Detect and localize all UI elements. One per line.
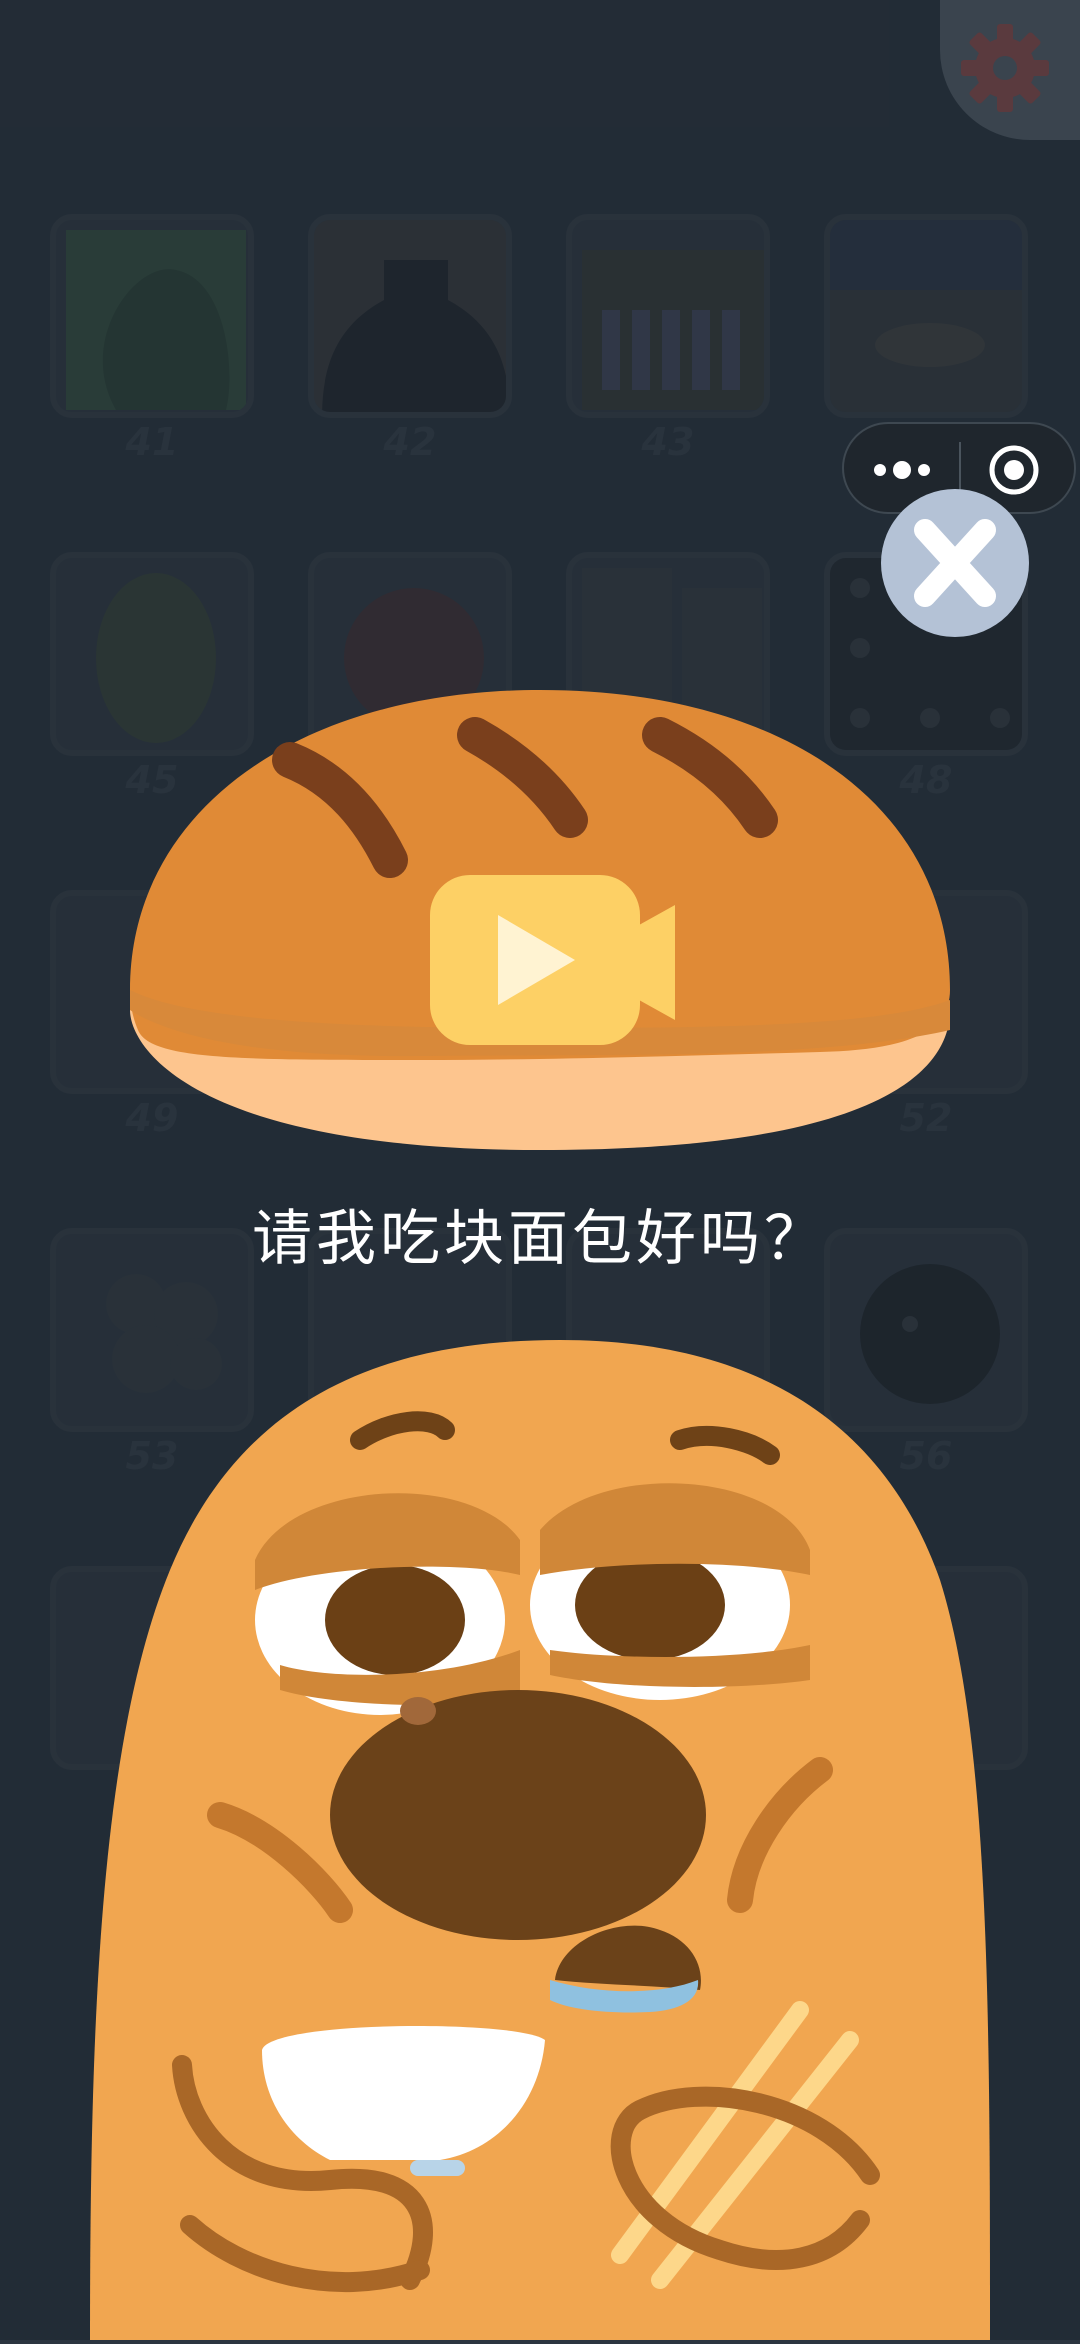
- popup-question: 请我吃块面包好吗？: [252, 1204, 828, 1274]
- settings-button[interactable]: [940, 0, 1080, 140]
- gear-icon: [961, 24, 1049, 112]
- close-button[interactable]: [880, 488, 1030, 638]
- bread-illustration[interactable]: [120, 690, 960, 1160]
- more-dots-icon[interactable]: [870, 450, 934, 490]
- close-icon: [881, 489, 1029, 637]
- mascot-character: [0, 1320, 1080, 2340]
